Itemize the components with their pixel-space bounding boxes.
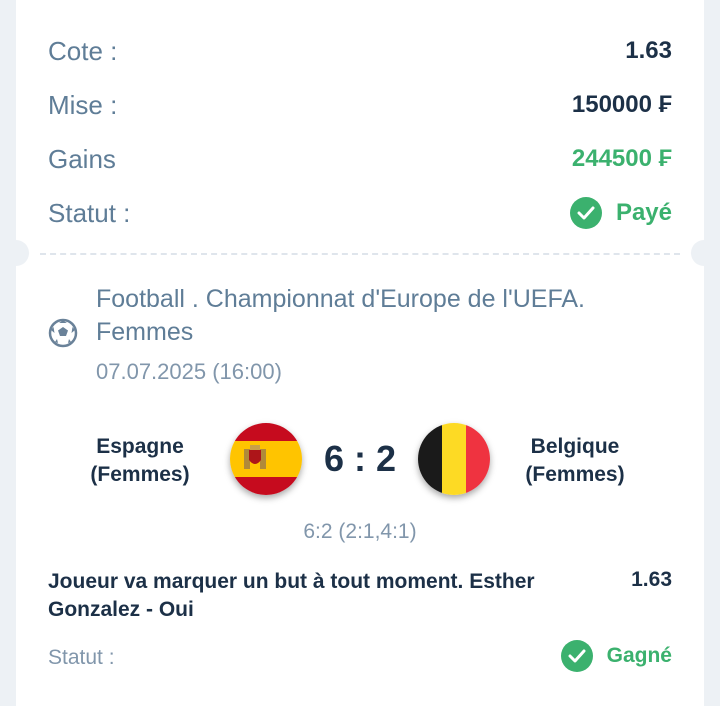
stake-value: 150000 ₣ (571, 91, 672, 118)
league-title: Football . Championnat d'Europe de l'UEF… (96, 285, 585, 346)
home-team-name: Espagne (Femmes) (90, 435, 190, 486)
bet-status-value: Gagné (560, 640, 672, 672)
bet-status-label: Statut : (48, 646, 115, 669)
bet-status-text: Gagné (606, 644, 672, 667)
odds-value: 1.63 (625, 37, 672, 64)
winnings-value: 244500 ₣ (571, 145, 672, 172)
winnings-label: Gains (48, 143, 116, 174)
away-team-name: Belgique (Femmes) (525, 435, 625, 486)
odds-row: Cote : 1.63 (48, 31, 672, 71)
belgium-flag-icon (418, 423, 490, 495)
soccer-ball-icon (48, 318, 78, 348)
odds-label: Cote : (48, 35, 118, 66)
spain-flag-icon (230, 423, 302, 495)
bet-odds: 1.63 (631, 568, 672, 591)
ticket-notch-right (691, 240, 717, 266)
status-row: Statut : Payé (48, 193, 672, 233)
event-date: 07.07.2025 (16:00) (96, 359, 282, 384)
status-label: Statut : (48, 197, 131, 228)
match-score: 6 : 2 (323, 438, 397, 479)
score-detail: 6:2 (2:1,4:1) (303, 520, 417, 543)
stake-label: Mise : (48, 89, 118, 120)
winnings-row: Gains 244500 ₣ (48, 139, 672, 179)
ticket-notch-left (3, 240, 29, 266)
ticket-divider (40, 253, 680, 255)
status-text: Payé (615, 199, 672, 226)
check-circle-icon (569, 197, 602, 229)
check-circle-icon (560, 640, 593, 672)
bet-selection: Joueur va marquer un but à tout moment. … (48, 570, 535, 621)
stake-row: Mise : 150000 ₣ (48, 85, 672, 125)
status-value: Payé (569, 197, 672, 229)
